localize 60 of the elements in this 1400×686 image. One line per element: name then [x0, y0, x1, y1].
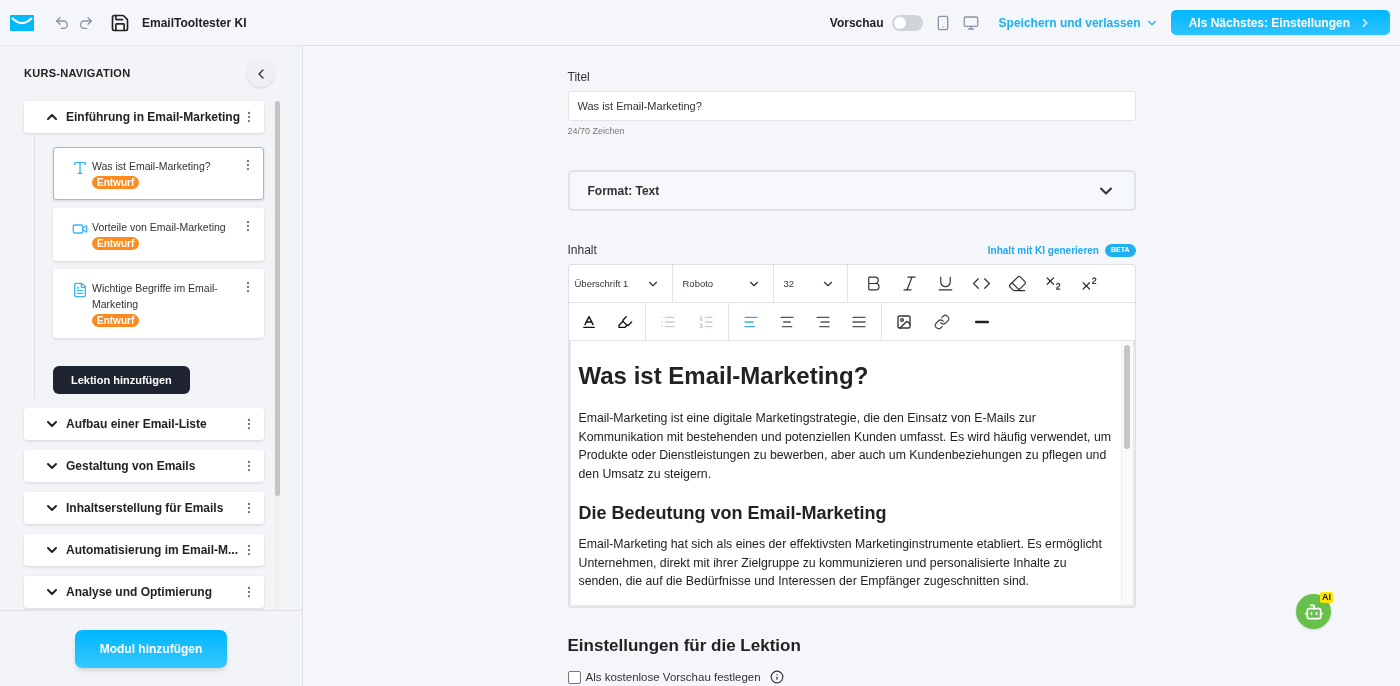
format-dropdown[interactable]: Format: Text — [567, 169, 1136, 212]
save-icon[interactable] — [110, 12, 130, 33]
module-item[interactable]: Analyse und Optimierung — [24, 576, 264, 608]
lesson-title: Was ist Email-Marketing? — [92, 159, 211, 174]
toolbar-dropdown[interactable]: Roboto — [672, 265, 774, 303]
module-title: Analyse und Optimierung — [66, 584, 213, 601]
scrollbar-thumb[interactable] — [1124, 345, 1130, 450]
assistant-button[interactable]: AI — [1296, 594, 1331, 629]
video-camera-icon — [72, 221, 88, 237]
course-title: EmailTooltester KI — [142, 14, 247, 32]
add-lesson-button[interactable]: Lektion hinzufügen — [53, 366, 190, 394]
free-preview-checkbox[interactable] — [567, 670, 581, 684]
preview-label: Vorschau — [829, 14, 884, 32]
document-icon — [72, 282, 88, 298]
info-icon[interactable] — [769, 670, 784, 685]
title-field[interactable]: Was ist Email-Marketing? — [567, 91, 1136, 122]
ai-badge: AI — [1320, 592, 1333, 603]
eraser-icon[interactable] — [1007, 274, 1027, 294]
collapse-button[interactable] — [247, 60, 274, 87]
module-title: Inhaltserstellung für Emails — [66, 500, 225, 517]
module-title: Automatisierung im Email-M... — [66, 542, 240, 559]
content-subheading: Die Bedeutung von Email-Marketing — [578, 502, 888, 526]
module-title: Aufbau einer Email-Liste — [66, 416, 208, 433]
module-item[interactable]: Gestaltung von Emails — [24, 450, 264, 482]
lesson-item[interactable]: Wichtige Begriffe im Email-Marketing Entwurf — [53, 269, 264, 338]
settings-heading: Einstellungen für die Lektion — [567, 635, 802, 658]
module-item[interactable]: Aufbau einer Email-Liste — [24, 408, 264, 440]
redo-icon[interactable] — [78, 14, 94, 31]
lesson-title: Wichtige Begriffe im Email-Marketing — [92, 281, 219, 312]
lesson-item[interactable]: Was ist Email-Marketing? Entwurf — [53, 147, 264, 200]
lesson-title: Vorteile von Email-Marketing — [92, 220, 226, 235]
preview-toggle[interactable] — [891, 14, 923, 31]
character-count: 24/70 Zeichen — [567, 125, 626, 139]
module-item[interactable]: Automatisierung im Email-M... — [24, 534, 264, 566]
lesson-item[interactable]: Vorteile von Email-Marketing Entwurf — [53, 208, 264, 261]
content-paragraph: Email-Marketing hat sich als eines der effektivsten Marketinginstrumente etabliert. Es ermöglicht Unternehmen, direkt mit ihrer Zielgruppe zu kommunizieren und personalisierte Inhalte zu senden, die auf die Bedürfnisse und Interessen der Empfänger zugeschnitten sind. — [578, 536, 1103, 591]
envelope-logo-icon[interactable] — [10, 14, 34, 31]
free-preview-label: Als kostenlose Vorschau festlegen — [585, 669, 761, 685]
status-tag: Entwurf — [92, 314, 140, 327]
text-color-icon[interactable] — [580, 313, 597, 330]
module-item[interactable]: Inhaltserstellung für Emails — [24, 492, 264, 524]
content-heading: Was ist Email-Marketing? — [578, 361, 870, 392]
text-icon — [72, 160, 88, 176]
link-icon[interactable] — [933, 313, 950, 330]
module-title: Einführung in Email-Marketing — [66, 109, 241, 126]
scrollbar-thumb[interactable] — [275, 101, 280, 496]
status-tag: Entwurf — [92, 176, 140, 189]
status-tag: Entwurf — [92, 237, 140, 250]
title-label: Titel — [567, 69, 591, 86]
toolbar-dropdown[interactable]: 32 — [773, 265, 848, 303]
content-paragraph: Email-Marketing ist eine digitale Marketingstrategie, die den Einsatz von E-Mails zur Kommunikation mit bestehenden und potenziellen Kunden umfasst. Es wird häufig verwendet, um Produkte oder Dienstleistungen zu bewerben, aber auch um Kundenbeziehungen zu pflegen und den Umsatz zu steigern. — [578, 410, 1112, 483]
undo-icon[interactable] — [54, 14, 70, 31]
sidebar-title: KURS-NAVIGATION — [24, 66, 131, 82]
highlight-color-icon[interactable] — [616, 313, 633, 330]
monitor-icon[interactable] — [962, 14, 979, 31]
image-icon[interactable] — [895, 313, 912, 330]
content-label: Inhalt — [567, 242, 597, 260]
module-title: Gestaltung von Emails — [66, 458, 197, 475]
toolbar-dropdown[interactable]: Überschrift 1 — [568, 265, 673, 303]
module-item[interactable]: Einführung in Email-Marketing — [24, 101, 264, 133]
